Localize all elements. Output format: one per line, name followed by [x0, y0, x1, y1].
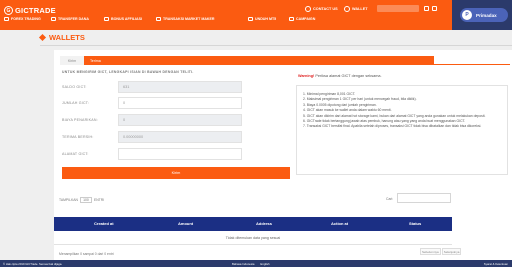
column-action-at[interactable]: Action at — [331, 221, 348, 226]
transfer-icon — [51, 17, 56, 21]
field-label: BIAYA PENARIKAN: — [62, 118, 98, 122]
topbar-icons — [424, 6, 437, 11]
saldo-gict-input: 631 — [118, 81, 242, 93]
table-info: Menampilkan 0 sampai 0 dari 0 entri — [59, 252, 114, 256]
nav-transfer-dana[interactable]: TRANSFER DANA — [51, 17, 89, 21]
user-icon[interactable] — [424, 6, 429, 11]
table-search-input[interactable] — [397, 193, 451, 203]
jumlah-gict-input[interactable]: 0 — [118, 97, 242, 109]
tab-kirim[interactable]: Kirim — [60, 56, 84, 65]
field-label: ALAMAT GICT: — [62, 152, 89, 156]
terima-bersih-input: 0.00000000 — [118, 131, 242, 143]
nav-label: CAMPAIGN — [296, 17, 316, 21]
warning-text: Periksa alamat GICT dengan seksama. — [314, 74, 382, 78]
footer: © Hak cipta 2019 GICTrade. Semua hak dij… — [0, 260, 512, 267]
table-length-control: TAMPILKAN 100 ENTRI — [59, 197, 104, 203]
title-divider — [40, 45, 512, 46]
entries-per-page-select[interactable]: 100 — [79, 197, 92, 203]
nav-label: TRANSAKSI MARKET MAKER — [163, 17, 215, 21]
nav-label: FOREX TRADING — [11, 17, 41, 21]
notes-box: 1. Minimal pengiriman 8,001 GICT. 2. Mak… — [296, 85, 508, 175]
pagination-previous[interactable]: Sebelumnya — [420, 248, 441, 255]
wallet-label: WALLET — [352, 7, 368, 11]
language-switcher: Bahasa Indonesia English — [232, 262, 270, 266]
wallet-panel: Kirim Terima UNTUK MENGIRIM GICT, LENGKA… — [54, 50, 512, 267]
column-amount[interactable]: Amount — [178, 221, 193, 226]
page-title-text: WALLETS — [49, 33, 85, 42]
megaphone-icon — [289, 17, 294, 21]
nav-unduh-mt5[interactable]: UNDUH MT5 — [248, 17, 276, 21]
language-indonesia[interactable]: Bahasa Indonesia — [232, 262, 254, 266]
nav-transaksi-market-maker[interactable]: TRANSAKSI MARKET MAKER — [156, 17, 215, 21]
wallet-tabs: Kirim Terima — [60, 56, 510, 65]
brand-name: GICTRADE — [15, 6, 56, 15]
primadax-button[interactable]: P Primadax — [460, 8, 508, 22]
field-terima-bersih: TERIMA BERSIH: 0.00000000 — [62, 131, 242, 145]
contact-us-label: CONTACT US — [313, 7, 338, 11]
brand-logo[interactable]: G GICTRADE — [4, 6, 56, 15]
column-address[interactable]: Address — [256, 221, 272, 226]
column-status[interactable]: Status — [409, 221, 421, 226]
contact-us-link[interactable]: CONTACT US — [305, 6, 338, 12]
main-nav: FOREX TRADING TRANSFER DANA BONUS AFFILI… — [0, 17, 330, 27]
field-alamat-gict: ALAMAT GICT: — [62, 148, 242, 162]
wallet-link[interactable]: WALLET — [344, 6, 368, 12]
warning-message: Warning! Periksa alamat GICT dengan seks… — [298, 74, 382, 78]
pagination-next[interactable]: Selanjutnya — [441, 248, 462, 255]
table-header: Created at Amount Address Action at Stat… — [54, 217, 452, 231]
primadax-logo-icon: P — [462, 10, 472, 20]
note-item: 7. Transaksi GICT bersifat final. Apabil… — [303, 124, 482, 129]
page-title: WALLETS — [38, 33, 85, 42]
language-english[interactable]: English — [260, 262, 269, 266]
kirim-button[interactable]: Kirim — [62, 167, 290, 179]
field-label: SALDO GICT: — [62, 85, 87, 89]
field-label: TERIMA BERSIH: — [62, 135, 94, 139]
terms-link[interactable]: Syarat & Ketentuan — [484, 262, 508, 266]
exchange-icon — [156, 17, 161, 21]
column-created-at[interactable]: Created at — [94, 221, 114, 226]
warning-prefix: Warning! — [298, 74, 315, 78]
primadax-panel: P Primadax — [452, 0, 512, 30]
search-label: Cari: — [386, 197, 394, 201]
gift-icon — [104, 17, 109, 21]
alamat-gict-input[interactable] — [118, 148, 242, 160]
wallet-balance-box — [377, 5, 419, 12]
field-label: JUMLAH GICT: — [62, 101, 89, 105]
table-empty-row: Tidak ditemukan data yang sesuai — [54, 231, 452, 245]
menu-icon[interactable] — [432, 6, 437, 11]
field-jumlah-gict: JUMLAH GICT: 0 — [62, 97, 242, 111]
nav-campaign[interactable]: CAMPAIGN — [289, 17, 315, 21]
brand-logo-icon: G — [4, 6, 13, 15]
tab-terima[interactable]: Terima — [84, 56, 434, 65]
biaya-penarikan-input: 0 — [118, 114, 242, 126]
footer-copyright: © Hak cipta 2019 GICTrade. Semua hak dij… — [3, 262, 63, 266]
nav-bonus-affiliasi[interactable]: BONUS AFFILIASI — [104, 17, 142, 21]
nav-label: BONUS AFFILIASI — [111, 17, 143, 21]
nav-label: UNDUH MT5 — [255, 17, 277, 21]
nav-forex-trading[interactable]: FOREX TRADING — [4, 17, 41, 21]
top-navbar: G GICTRADE FOREX TRADING TRANSFER DANA B… — [0, 0, 512, 30]
diamond-icon — [38, 33, 47, 42]
length-suffix: ENTRI — [93, 198, 105, 202]
primadax-label: Primadax — [476, 12, 497, 18]
phone-icon — [305, 6, 311, 12]
length-prefix: TAMPILKAN — [59, 198, 78, 202]
chart-icon — [4, 17, 9, 21]
field-saldo-gict: SALDO GICT: 631 — [62, 81, 242, 95]
wallet-icon — [344, 6, 350, 12]
field-biaya-penarikan: BIAYA PENARIKAN: 0 — [62, 114, 242, 128]
nav-label: TRANSFER DANA — [58, 17, 89, 21]
table-pagination: Sebelumnya Selanjutnya — [420, 248, 462, 255]
download-icon — [248, 17, 253, 21]
form-instruction: UNTUK MENGIRIM GICT, LENGKAPI ISIAN DI B… — [62, 70, 194, 74]
